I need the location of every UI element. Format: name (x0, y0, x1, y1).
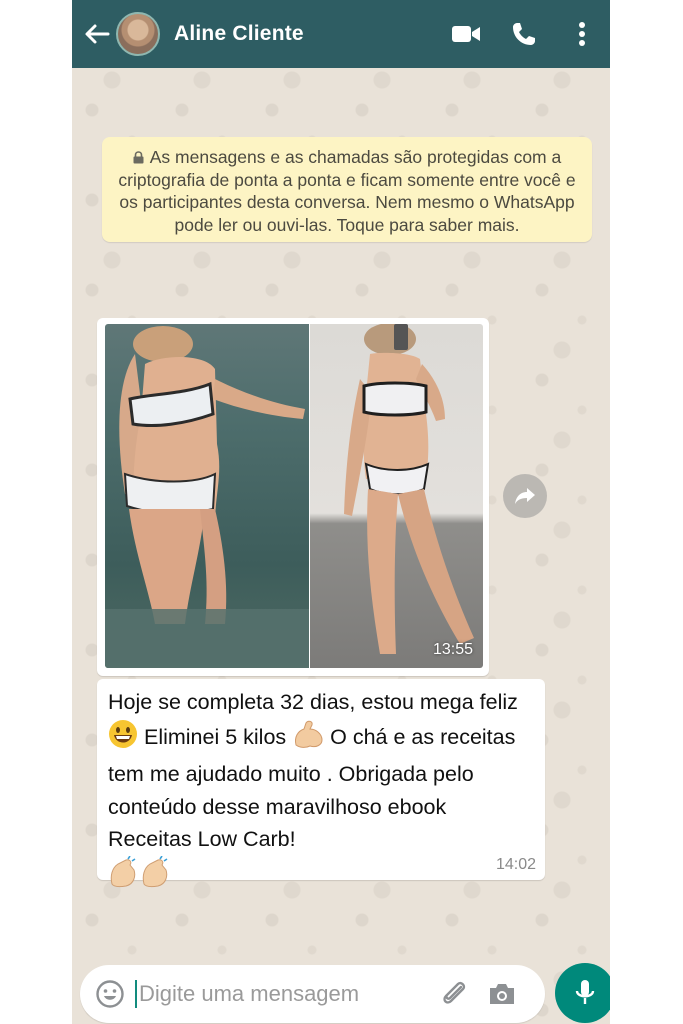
before-after-photo[interactable]: 13:55 (105, 324, 483, 668)
header-actions (448, 16, 600, 52)
message-time: 14:02 (495, 856, 536, 873)
contact-name[interactable]: Aline Cliente (174, 22, 304, 46)
message-text: Hoje se completa 32 dias, estou mega fel… (108, 686, 533, 897)
message-time: 13:55 (432, 641, 473, 658)
photo-before (105, 324, 309, 668)
clapping-hands-icon (108, 855, 172, 898)
back-arrow-icon[interactable] (80, 17, 114, 51)
chat-screen: Aline Cliente As mensagens e as chamadas… (72, 0, 610, 1024)
message-input[interactable] (135, 980, 431, 1008)
forward-icon[interactable] (503, 474, 547, 518)
message-text-part: Eliminei 5 kilos (138, 724, 287, 749)
message-composer (80, 965, 545, 1023)
emoji-icon[interactable] (93, 977, 127, 1011)
more-vertical-icon[interactable] (564, 16, 600, 52)
video-call-icon[interactable] (448, 16, 484, 52)
encryption-notice[interactable]: As mensagens e as chamadas são protegida… (102, 137, 592, 242)
encryption-notice-text: As mensagens e as chamadas são protegida… (118, 147, 576, 235)
message-text-part: Hoje se completa 32 dias, estou mega fel… (108, 690, 518, 714)
grinning-face-icon (108, 719, 138, 759)
chat-header: Aline Cliente (72, 0, 610, 68)
mic-icon[interactable] (555, 963, 610, 1023)
lock-icon (133, 147, 144, 164)
image-message[interactable]: 13:55 (97, 318, 489, 676)
attach-icon[interactable] (437, 977, 471, 1011)
phone-icon[interactable] (506, 16, 542, 52)
flexed-biceps-icon (292, 719, 324, 759)
photo-after (310, 324, 483, 668)
camera-icon[interactable] (485, 977, 519, 1011)
avatar[interactable] (116, 12, 160, 56)
text-message[interactable]: Hoje se completa 32 dias, estou mega fel… (97, 679, 545, 887)
